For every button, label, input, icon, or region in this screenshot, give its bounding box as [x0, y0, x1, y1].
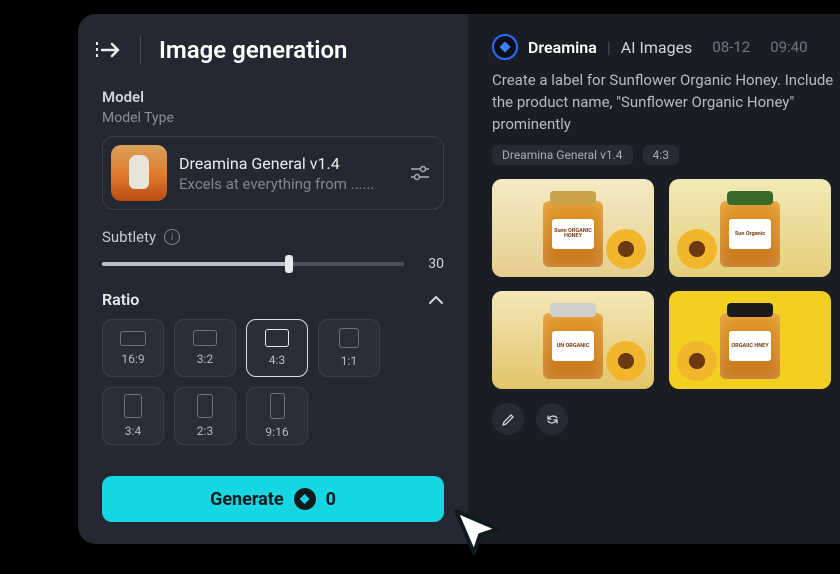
slider-thumb[interactable] — [285, 255, 293, 273]
sparkle-icon — [492, 34, 518, 60]
ratio-option-label: 9:16 — [265, 425, 288, 439]
result-thumbnails: Sunn ORGANIC HONEY Sun Organic UN ORGANI… — [492, 179, 832, 389]
model-description: Excels at everything from ...... — [179, 175, 397, 193]
result-thumbnail[interactable]: Sun Organic — [669, 179, 831, 277]
result-brand: Dreamina — [528, 38, 597, 57]
result-section: AI Images — [621, 38, 693, 57]
ratio-grid: 16:9 3:2 4:3 1:1 3:4 2:3 9:16 — [78, 309, 468, 445]
model-selector[interactable]: Dreamina General v1.4 Excels at everythi… — [102, 136, 444, 210]
expand-icon[interactable] — [94, 38, 122, 62]
ratio-option-label: 3:4 — [125, 424, 141, 438]
ratio-shape-icon — [197, 394, 213, 418]
result-chip: 4:3 — [643, 145, 679, 165]
ratio-option-4-3[interactable]: 4:3 — [246, 319, 308, 377]
chevron-up-icon[interactable] — [428, 294, 444, 306]
ratio-shape-icon — [124, 394, 142, 418]
model-thumbnail — [111, 145, 167, 201]
subtlety-value: 30 — [418, 256, 444, 272]
model-name: Dreamina General v1.4 — [179, 154, 397, 173]
ratio-option-2-3[interactable]: 2:3 — [174, 387, 236, 445]
ratio-option-label: 3:2 — [197, 352, 213, 366]
ratio-option-label: 1:1 — [341, 354, 357, 368]
ratio-option-9-16[interactable]: 9:16 — [246, 387, 308, 445]
result-date: 08-12 — [712, 38, 750, 56]
page-title: Image generation — [159, 36, 347, 64]
result-thumbnail[interactable]: ORGAIIC HNEY — [669, 291, 831, 389]
model-section-label: Model — [102, 88, 444, 106]
subtlety-label: Subtlety — [102, 228, 156, 246]
edit-button[interactable] — [492, 403, 524, 435]
ratio-shape-icon — [265, 329, 289, 347]
ratio-label: Ratio — [102, 290, 139, 309]
ratio-shape-icon — [270, 393, 285, 419]
ratio-option-1-1[interactable]: 1:1 — [318, 319, 380, 377]
credits-icon — [294, 488, 316, 510]
generate-label: Generate — [210, 489, 284, 510]
result-chips: Dreamina General v1.4 4:3 — [492, 145, 840, 165]
model-type-label: Model Type — [102, 110, 444, 126]
prompt-text: Create a label for Sunflower Organic Hon… — [492, 70, 840, 135]
divider: | — [607, 38, 611, 57]
ratio-shape-icon — [193, 330, 217, 346]
info-icon[interactable]: i — [164, 229, 180, 245]
ratio-option-16-9[interactable]: 16:9 — [102, 319, 164, 377]
regenerate-button[interactable] — [536, 403, 568, 435]
ratio-option-3-2[interactable]: 3:2 — [174, 319, 236, 377]
ratio-option-label: 4:3 — [269, 353, 285, 367]
result-thumbnail[interactable]: Sunn ORGANIC HONEY — [492, 179, 654, 277]
result-thumbnail[interactable]: UN ORGANIC — [492, 291, 654, 389]
results-panel: Dreamina | AI Images 08-12 09:40 Create … — [468, 14, 840, 544]
ratio-shape-icon — [120, 331, 146, 346]
sliders-icon[interactable] — [409, 164, 431, 182]
ratio-option-label: 16:9 — [121, 352, 144, 366]
result-time: 09:40 — [770, 38, 807, 56]
result-chip: Dreamina General v1.4 — [492, 145, 633, 165]
ratio-option-3-4[interactable]: 3:4 — [102, 387, 164, 445]
generate-button[interactable]: Generate 0 — [102, 476, 444, 522]
settings-panel: Image generation Model Model Type Dreami… — [78, 14, 468, 544]
ratio-option-label: 2:3 — [197, 424, 213, 438]
generate-cost: 0 — [326, 489, 336, 510]
subtlety-slider[interactable] — [102, 262, 404, 266]
ratio-shape-icon — [339, 328, 359, 348]
divider — [140, 36, 141, 64]
